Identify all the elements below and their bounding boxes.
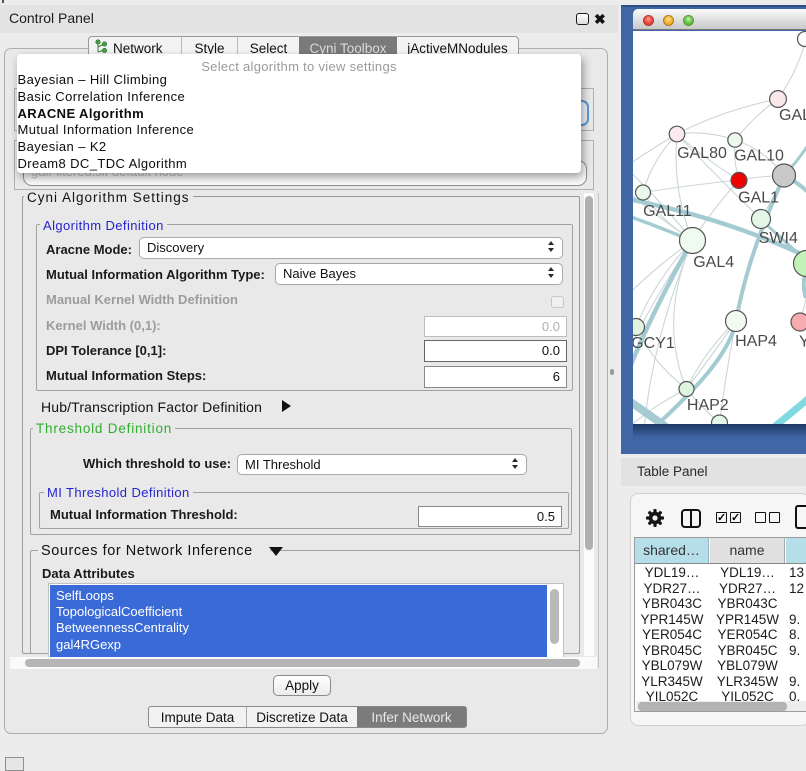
svg-text:SWI4: SWI4 [759,230,798,247]
svg-text:GAL11: GAL11 [643,203,692,220]
svg-text:GAL80: GAL80 [677,145,727,162]
svg-text:GAL4: GAL4 [693,254,734,271]
svg-text:GAL10: GAL10 [734,148,784,165]
svg-text:GAL8: GAL8 [779,107,806,124]
svg-text:GAL1: GAL1 [738,190,779,207]
svg-text:GCY1: GCY1 [633,335,675,352]
svg-text:HAP4: HAP4 [735,333,777,350]
svg-text:HAP2: HAP2 [687,397,729,414]
svg-text:Y: Y [799,334,806,351]
